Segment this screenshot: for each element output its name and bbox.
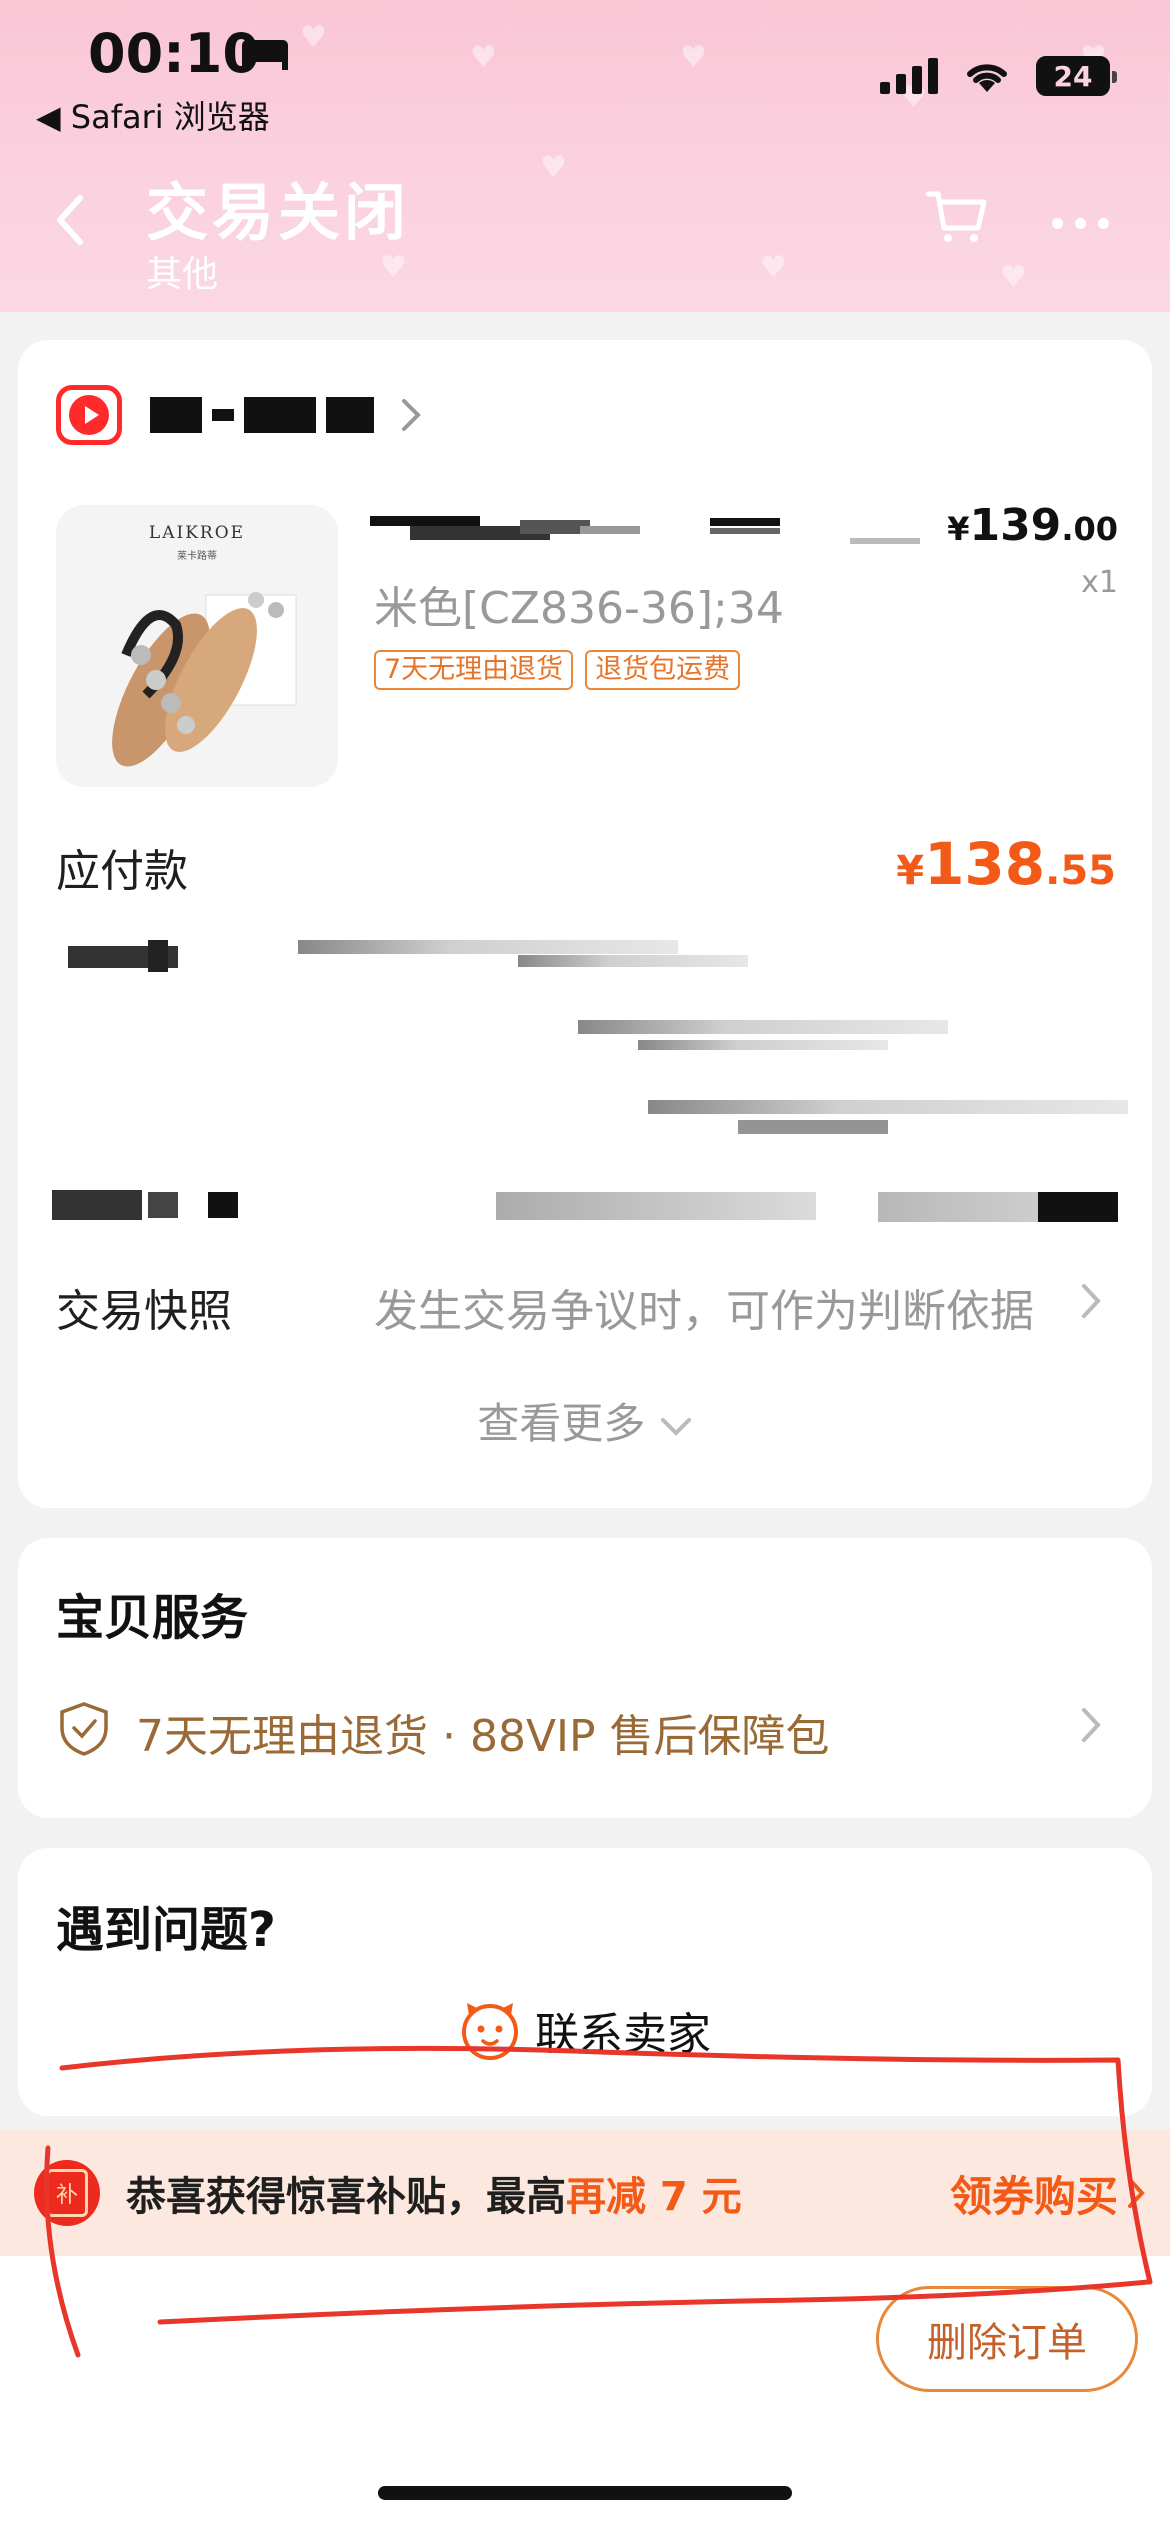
page-title: 交易关闭: [146, 176, 411, 249]
heart-decoration: ♥: [1000, 260, 1027, 295]
promo-text: 恭喜获得惊喜补贴，最高再减 7 元: [126, 2174, 742, 2220]
payment-amount: ¥138.55: [896, 830, 1116, 898]
help-card: 遇到问题?: [18, 1848, 1152, 2116]
chevron-right-icon: [402, 399, 421, 431]
help-title: 遇到问题?: [56, 1902, 276, 1958]
product-image[interactable]: LAIKROE 莱卡路蒂: [56, 505, 338, 787]
service-title: 宝贝服务: [56, 1590, 249, 1646]
page-subtitle: 其他: [146, 254, 219, 295]
chevron-right-icon: [1128, 2178, 1145, 2208]
contact-seller-label: 联系卖家: [535, 2009, 711, 2060]
service-text[interactable]: 7天无理由退货 · 88VIP 售后保障包: [136, 1700, 830, 1764]
wifi-icon: [967, 64, 1007, 92]
sandal-illustration: [112, 592, 297, 767]
product-variant: 米色[CZ836-36];34: [374, 583, 784, 634]
shop-row[interactable]: [56, 385, 422, 445]
status-icons: 24: [880, 56, 1117, 96]
heart-decoration: ♥: [760, 250, 787, 285]
product-quantity: x1: [1081, 565, 1118, 600]
cart-icon[interactable]: [924, 188, 988, 246]
home-indicator[interactable]: [378, 2486, 792, 2500]
payment-label: 应付款: [56, 846, 188, 897]
bottom-action-bar: 删除订单: [0, 2256, 1170, 2532]
back-arrow-icon[interactable]: [52, 190, 88, 250]
tag-return-shipping: 退货包运费: [585, 650, 741, 690]
product-price: ¥139.00: [947, 500, 1118, 551]
heart-decoration: ♥: [470, 40, 497, 75]
contact-seller-button[interactable]: 联系卖家: [0, 1998, 1170, 2062]
snapshot-value[interactable]: 发生交易争议时，可作为判断依据: [374, 1275, 1034, 1339]
product-tags: 7天无理由退货 退货包运费: [374, 650, 741, 690]
product-title-redacted[interactable]: [370, 510, 930, 560]
more-options-icon[interactable]: [1052, 218, 1109, 229]
shop-logo-icon: [56, 385, 122, 445]
tag-7day-return: 7天无理由退货: [374, 650, 574, 690]
promo-banner[interactable]: 补 恭喜获得惊喜补贴，最高再减 7 元 领券购买: [0, 2130, 1170, 2256]
subsidy-badge-icon: 补: [34, 2160, 100, 2226]
heart-decoration: ♥: [380, 250, 407, 285]
shield-check-icon: [60, 1702, 108, 1756]
seller-mascot-icon: [462, 2003, 518, 2060]
header: ♥ ♥ ♥ ♥ ♥ ♥ ♥ ♥ ♥ 00:10 ◀ Safari 浏览器 24 …: [0, 0, 1170, 312]
battery-icon: 24: [1036, 56, 1117, 96]
back-to-safari-link[interactable]: ◀ Safari 浏览器: [36, 92, 270, 138]
heart-decoration: ♥: [680, 40, 707, 75]
shop-name-redacted: [150, 397, 374, 433]
heart-decoration: ♥: [540, 150, 567, 185]
heart-decoration: ♥: [300, 20, 327, 55]
service-card: 宝贝服务 7天无理由退货 · 88VIP 售后保障包: [18, 1538, 1152, 1818]
see-more-button[interactable]: 查看更多: [18, 1390, 1152, 1451]
chevron-right-icon[interactable]: [1080, 1282, 1102, 1320]
chevron-down-icon: [660, 1417, 691, 1436]
sleep-focus-icon: [242, 40, 288, 70]
delete-order-button[interactable]: 删除订单: [876, 2286, 1138, 2392]
order-card: LAIKROE 莱卡路蒂 ¥139.00 x1 米色[CZ836-36];34 …: [18, 340, 1152, 1508]
chevron-right-icon[interactable]: [1080, 1706, 1102, 1744]
status-time: 00:10: [88, 22, 260, 85]
claim-coupon-link[interactable]: 领券购买: [950, 2163, 1118, 2224]
cellular-signal-icon: [880, 58, 938, 94]
snapshot-label: 交易快照: [56, 1286, 232, 1337]
